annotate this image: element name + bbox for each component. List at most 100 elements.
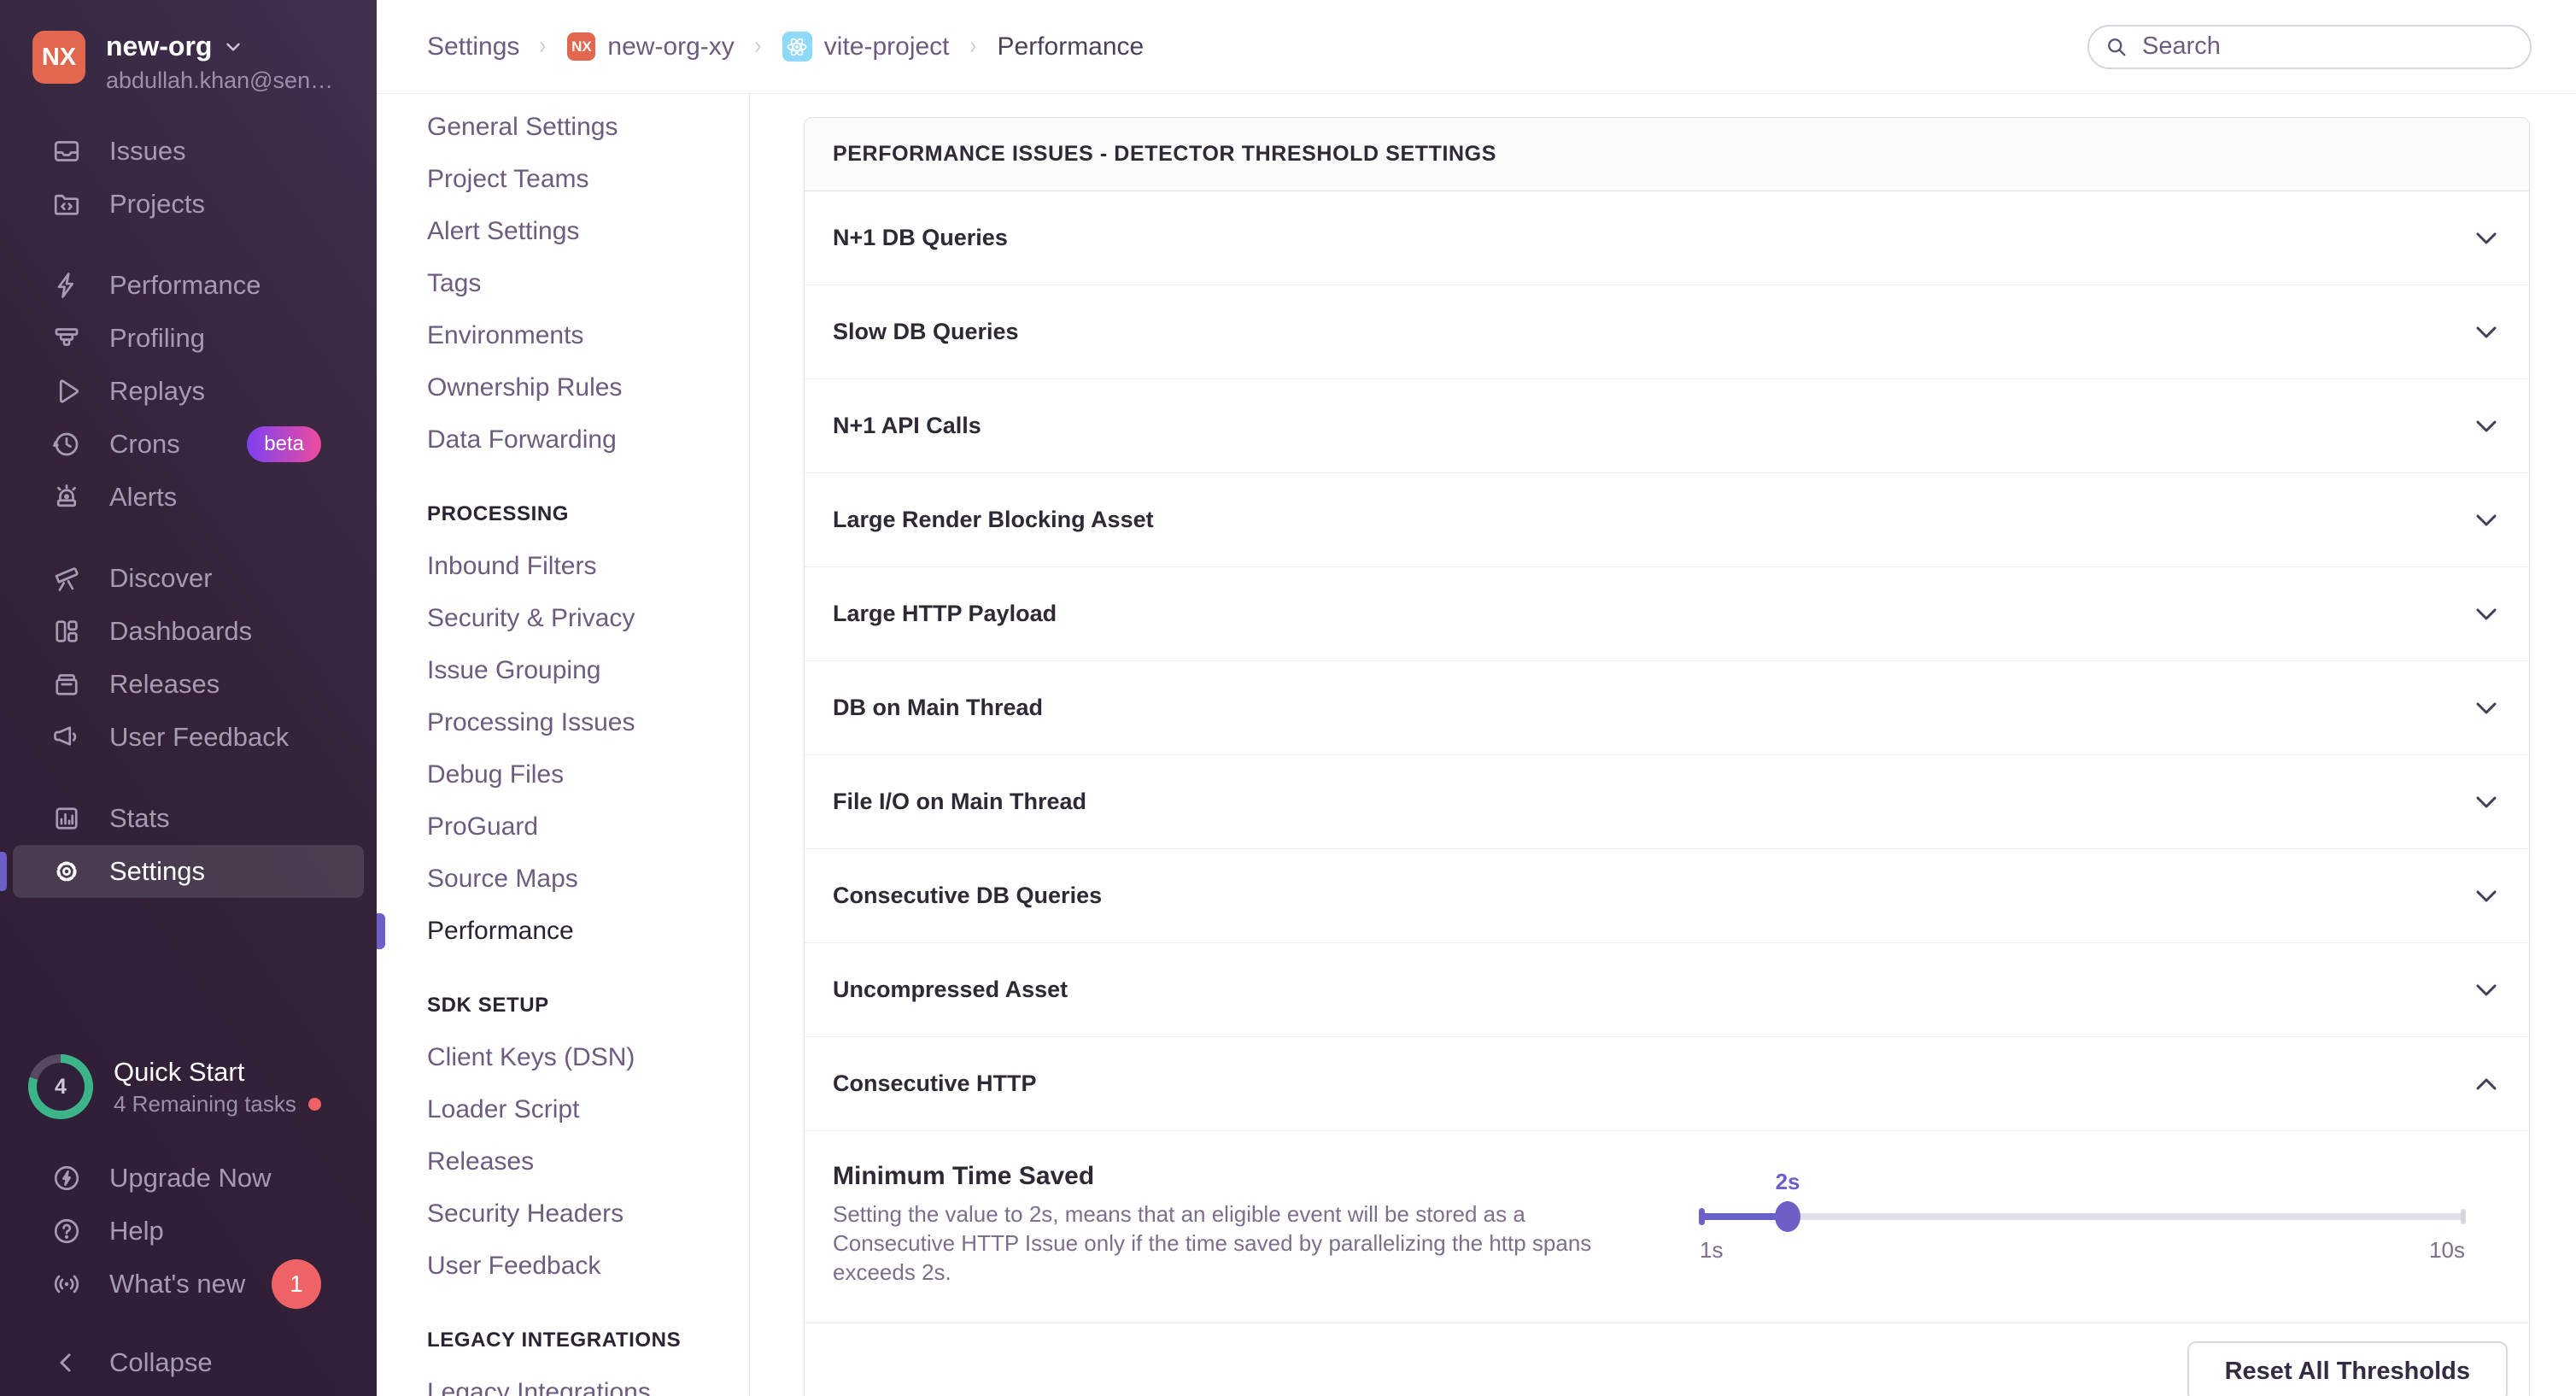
threshold-section: Minimum Time Saved Setting the value to … bbox=[805, 1131, 2529, 1323]
sidebar-collapse-button[interactable]: Collapse bbox=[13, 1336, 364, 1389]
settings-nav-item-debug-files[interactable]: Debug Files bbox=[377, 748, 749, 801]
slider-max-label: 10s bbox=[2429, 1237, 2465, 1264]
detector-row-large-http-payload[interactable]: Large HTTP Payload bbox=[805, 567, 2529, 661]
sidebar-item-upgrade-now[interactable]: Upgrade Now bbox=[13, 1152, 364, 1205]
org-switcher[interactable]: NX new-org abdullah.khan@sen… bbox=[0, 0, 377, 94]
sidebar-item-label: Crons bbox=[109, 429, 180, 460]
sidebar-item-discover[interactable]: Discover bbox=[13, 552, 364, 605]
sidebar-item-label: Projects bbox=[109, 189, 205, 220]
sidebar-item-label: Performance bbox=[109, 270, 261, 301]
settings-nav-item-source-maps[interactable]: Source Maps bbox=[377, 853, 749, 905]
panel-title: PERFORMANCE ISSUES - DETECTOR THRESHOLD … bbox=[833, 142, 1496, 167]
detector-row-large-render-blocking-asset[interactable]: Large Render Blocking Asset bbox=[805, 473, 2529, 567]
sidebar-item-stats[interactable]: Stats bbox=[13, 792, 364, 845]
detector-row-consecutive-http[interactable]: Consecutive HTTP bbox=[805, 1037, 2529, 1131]
search-input[interactable] bbox=[2087, 25, 2532, 69]
chevron-down-icon bbox=[2474, 324, 2499, 341]
panel-header: PERFORMANCE ISSUES - DETECTOR THRESHOLD … bbox=[805, 118, 2529, 191]
settings-nav-item-loader-script[interactable]: Loader Script bbox=[377, 1083, 749, 1135]
chevron-down-icon bbox=[2474, 888, 2499, 905]
breadcrumb-label: vite-project bbox=[824, 32, 950, 62]
sidebar-item-releases[interactable]: Releases bbox=[13, 658, 364, 711]
breadcrumb-vite-project[interactable]: vite-project bbox=[782, 32, 950, 62]
detector-label: Large HTTP Payload bbox=[833, 601, 1057, 627]
settings-nav-item-data-forwarding[interactable]: Data Forwarding bbox=[377, 414, 749, 466]
detector-label: DB on Main Thread bbox=[833, 695, 1043, 721]
issues-icon bbox=[51, 136, 82, 167]
slider-track[interactable] bbox=[1700, 1213, 2465, 1220]
sidebar-item-projects[interactable]: Projects bbox=[13, 178, 364, 231]
detector-row-slow-db-queries[interactable]: Slow DB Queries bbox=[805, 285, 2529, 379]
org-name: new-org bbox=[106, 31, 212, 62]
settings-nav-item-proguard[interactable]: ProGuard bbox=[377, 801, 749, 853]
sidebar-item-profiling[interactable]: Profiling bbox=[13, 312, 364, 365]
sidebar-item-issues[interactable]: Issues bbox=[13, 125, 364, 178]
slider-handle[interactable] bbox=[1775, 1201, 1800, 1232]
detector-row-db-on-main-thread[interactable]: DB on Main Thread bbox=[805, 661, 2529, 755]
settings-nav-item-tags[interactable]: Tags bbox=[377, 257, 749, 309]
sidebar-item-label: Upgrade Now bbox=[109, 1163, 272, 1194]
releases-icon bbox=[51, 669, 82, 700]
settings-nav-item-performance[interactable]: Performance bbox=[377, 905, 749, 957]
quick-start[interactable]: 4 Quick Start 4 Remaining tasks bbox=[0, 1054, 377, 1119]
sidebar-item-dashboards[interactable]: Dashboards bbox=[13, 605, 364, 658]
performance-icon bbox=[51, 270, 82, 301]
chevron-down-icon bbox=[2474, 982, 2499, 999]
topbar: SettingsNXnew-org-xyvite-projectPerforma… bbox=[377, 0, 2576, 94]
settings-nav-item-user-feedback[interactable]: User Feedback bbox=[377, 1240, 749, 1292]
settings-nav-item-inbound-filters[interactable]: Inbound Filters bbox=[377, 540, 749, 592]
sidebar-item-label: Stats bbox=[109, 803, 170, 834]
settings-nav-item-alert-settings[interactable]: Alert Settings bbox=[377, 205, 749, 257]
sidebar-item-help[interactable]: Help bbox=[13, 1205, 364, 1258]
settings-nav-item-environments[interactable]: Environments bbox=[377, 309, 749, 361]
reset-all-thresholds-button[interactable]: Reset All Thresholds bbox=[2187, 1341, 2508, 1396]
sidebar-item-settings[interactable]: Settings bbox=[13, 845, 364, 898]
dashboards-icon bbox=[51, 616, 82, 647]
detector-label: N+1 API Calls bbox=[833, 413, 981, 439]
settings-nav-item-processing-issues[interactable]: Processing Issues bbox=[377, 696, 749, 748]
detector-row-file-i-o-on-main-thread[interactable]: File I/O on Main Thread bbox=[805, 755, 2529, 849]
settings-nav-section-header: PROCESSING bbox=[377, 488, 749, 540]
sidebar-item-label: Discover bbox=[109, 563, 213, 594]
sidebar-item-label: User Feedback bbox=[109, 722, 289, 753]
settings-nav-item-security-privacy[interactable]: Security & Privacy bbox=[377, 592, 749, 644]
detector-row-uncompressed-asset[interactable]: Uncompressed Asset bbox=[805, 943, 2529, 1037]
settings-nav-item-ownership-rules[interactable]: Ownership Rules bbox=[377, 361, 749, 414]
replays-icon bbox=[51, 376, 82, 407]
quick-start-title: Quick Start bbox=[114, 1057, 321, 1088]
threshold-description: Setting the value to 2s, means that an e… bbox=[833, 1200, 1640, 1287]
settings-nav-item-client-keys-dsn[interactable]: Client Keys (DSN) bbox=[377, 1031, 749, 1083]
help-icon bbox=[51, 1216, 82, 1246]
settings-nav-item-releases[interactable]: Releases bbox=[377, 1135, 749, 1188]
settings-nav-item-project-teams[interactable]: Project Teams bbox=[377, 153, 749, 205]
sidebar-item-user-feedback[interactable]: User Feedback bbox=[13, 711, 364, 764]
detector-row-n-1-api-calls[interactable]: N+1 API Calls bbox=[805, 379, 2529, 473]
settings-nav-item-general-settings[interactable]: General Settings bbox=[377, 101, 749, 153]
sidebar-item-crons[interactable]: Cronsbeta bbox=[13, 418, 364, 471]
settings-nav-item-legacy-integrations[interactable]: Legacy Integrations bbox=[377, 1366, 749, 1396]
sidebar: NX new-org abdullah.khan@sen… Issues Proj… bbox=[0, 0, 377, 1396]
chevron-up-icon bbox=[2474, 1076, 2499, 1093]
settings-nav-section-header: SDK SETUP bbox=[377, 979, 749, 1031]
breadcrumb-settings[interactable]: Settings bbox=[427, 32, 519, 62]
sidebar-item-replays[interactable]: Replays bbox=[13, 365, 364, 418]
quick-start-progress-ring: 4 bbox=[28, 1054, 93, 1119]
detector-label: Large Render Blocking Asset bbox=[833, 507, 1154, 533]
sidebar-item-performance[interactable]: Performance bbox=[13, 259, 364, 312]
detector-row-consecutive-db-queries[interactable]: Consecutive DB Queries bbox=[805, 849, 2529, 943]
detector-list: N+1 DB QueriesSlow DB Queries N+1 API Cal… bbox=[805, 191, 2529, 1131]
whats-new-count-badge: 1 bbox=[272, 1259, 321, 1309]
chevron-down-icon bbox=[2474, 700, 2499, 717]
settings-nav-item-security-headers[interactable]: Security Headers bbox=[377, 1188, 749, 1240]
chevron-down-icon bbox=[2474, 418, 2499, 435]
sidebar-item-label: Alerts bbox=[109, 482, 177, 513]
detector-label: Consecutive HTTP bbox=[833, 1070, 1037, 1097]
settings-nav-item-issue-grouping[interactable]: Issue Grouping bbox=[377, 644, 749, 696]
panel-footer: Reset All Thresholds bbox=[805, 1323, 2529, 1396]
notification-dot bbox=[308, 1098, 321, 1111]
sidebar-item-alerts[interactable]: Alerts bbox=[13, 471, 364, 524]
breadcrumb-new-org-xy[interactable]: NXnew-org-xy bbox=[567, 32, 734, 62]
detector-row-n-1-db-queries[interactable]: N+1 DB Queries bbox=[805, 191, 2529, 285]
settings-icon bbox=[51, 856, 82, 887]
sidebar-item-what-s-new[interactable]: What's new1 bbox=[13, 1258, 364, 1311]
